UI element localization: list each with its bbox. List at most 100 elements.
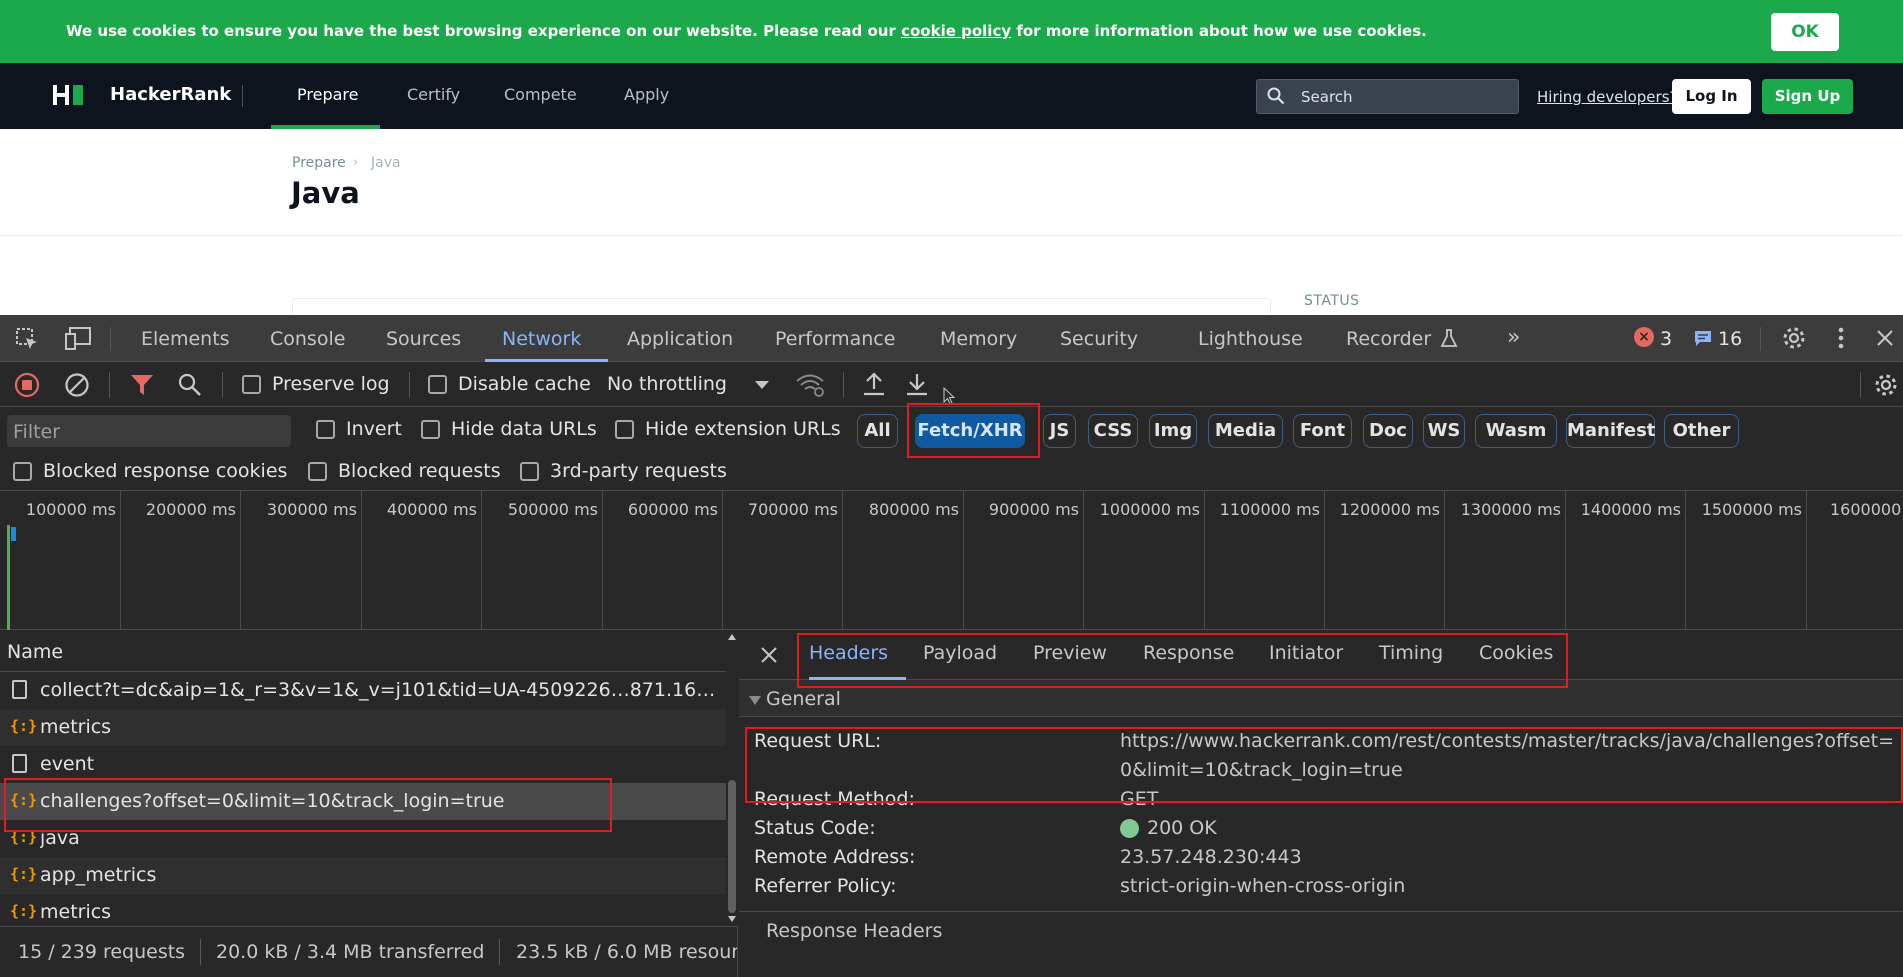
type-filter-fetch-xhr[interactable]: Fetch/XHR [915, 414, 1025, 448]
nav-item-compete[interactable]: Compete [504, 85, 577, 104]
hackerrank-logo-icon[interactable] [53, 85, 87, 105]
disable-cache-label: Disable cache [458, 373, 591, 395]
cookie-policy-link[interactable]: cookie policy [901, 22, 1011, 40]
tab-sources[interactable]: Sources [386, 328, 461, 350]
timeline-tick-label: 200000 ms [145, 500, 236, 519]
breadcrumb-prepare[interactable]: Prepare [292, 155, 346, 171]
tab-initiator[interactable]: Initiator [1269, 642, 1343, 664]
inspect-element-icon[interactable] [15, 327, 39, 351]
scrollbar-thumb[interactable] [728, 780, 736, 913]
export-har-download-icon[interactable] [905, 371, 929, 397]
tab-security[interactable]: Security [1060, 328, 1138, 350]
scroll-down-arrow-icon[interactable] [728, 916, 736, 922]
third-party-requests-checkbox[interactable] [520, 462, 539, 481]
request-row[interactable]: {:} metrics [0, 709, 726, 746]
hide-extension-urls-checkbox[interactable] [615, 420, 634, 439]
clear-icon[interactable] [64, 372, 90, 398]
type-filter-img[interactable]: Img [1149, 414, 1197, 448]
breadcrumb-chevron-icon: › [353, 155, 359, 170]
request-row[interactable]: collect?t=dc&aip=1&_r=3&v=1&_v=j101&tid=… [0, 672, 726, 709]
mouse-cursor-icon [943, 387, 955, 405]
type-filter-media[interactable]: Media [1208, 414, 1283, 448]
type-filter-font[interactable]: Font [1293, 414, 1352, 448]
request-row[interactable]: {:} metrics [0, 894, 726, 926]
name-column-header[interactable]: Name [0, 630, 726, 672]
error-count[interactable]: 3 [1660, 328, 1672, 350]
tab-response[interactable]: Response [1143, 642, 1234, 664]
request-row[interactable]: {:} java [0, 820, 726, 857]
search-icon[interactable] [178, 373, 202, 397]
filter-placeholder: Filter [13, 421, 61, 443]
type-filter-doc[interactable]: Doc [1363, 414, 1413, 448]
tab-preview[interactable]: Preview [1033, 642, 1107, 664]
preserve-log-checkbox[interactable] [242, 375, 261, 394]
settings-gear-icon[interactable] [1781, 325, 1807, 351]
type-filter-all[interactable]: All [857, 414, 898, 448]
brand-name[interactable]: HackerRank [110, 84, 231, 105]
tab-console[interactable]: Console [270, 328, 345, 350]
timeline-tick-label: 1300000 ms [1460, 500, 1561, 519]
tab-cookies[interactable]: Cookies [1479, 642, 1553, 664]
request-list-scrollbar[interactable] [726, 630, 738, 926]
message-count[interactable]: 16 [1718, 328, 1742, 350]
status-divider [499, 939, 500, 965]
network-settings-gear-icon[interactable] [1873, 372, 1899, 398]
tab-application[interactable]: Application [627, 328, 733, 350]
blocked-response-cookies-label: Blocked response cookies [43, 460, 288, 482]
tab-headers[interactable]: Headers [809, 642, 888, 664]
message-icon[interactable] [1693, 329, 1713, 348]
hiring-developers-link[interactable]: Hiring developers? [1537, 88, 1677, 106]
more-tabs-chevron-icon[interactable]: » [1507, 325, 1520, 350]
tab-elements[interactable]: Elements [141, 328, 230, 350]
xhr-icon: {:} [10, 865, 38, 883]
scroll-up-arrow-icon[interactable] [728, 634, 736, 640]
tab-memory[interactable]: Memory [940, 328, 1017, 350]
timeline-tick-label: 1100000 ms [1219, 500, 1320, 519]
type-filter-js[interactable]: JS [1043, 414, 1076, 448]
blocked-requests-checkbox[interactable] [308, 462, 327, 481]
disable-cache-checkbox[interactable] [428, 375, 447, 394]
invert-checkbox[interactable] [316, 420, 335, 439]
tab-network[interactable]: Network [502, 328, 581, 350]
cookie-ok-button[interactable]: OK [1771, 13, 1839, 51]
timeline-gridline [481, 491, 482, 630]
filter-funnel-icon[interactable] [130, 374, 154, 396]
nav-item-certify[interactable]: Certify [407, 85, 460, 104]
type-filter-wasm[interactable]: Wasm [1475, 414, 1557, 448]
more-options-icon[interactable] [1837, 326, 1845, 350]
chevron-down-icon[interactable] [754, 380, 770, 390]
network-overview-timeline[interactable]: 100000 ms 200000 ms 300000 ms 400000 ms 5000… [0, 491, 1903, 630]
close-details-icon[interactable] [760, 646, 778, 664]
tab-payload[interactable]: Payload [923, 642, 997, 664]
throttling-select[interactable]: No throttling [607, 373, 727, 395]
toolbar-divider [1860, 372, 1861, 398]
device-toolbar-icon[interactable] [64, 326, 92, 352]
status-code-value: 200 OK [1147, 817, 1217, 839]
type-filter-ws[interactable]: WS [1423, 414, 1465, 448]
close-devtools-icon[interactable] [1876, 329, 1894, 347]
type-filter-css[interactable]: CSS [1088, 414, 1138, 448]
tab-recorder[interactable]: Recorder [1346, 328, 1431, 350]
import-har-upload-icon[interactable] [862, 371, 886, 397]
response-headers-title[interactable]: Response Headers [766, 920, 942, 942]
tab-lighthouse[interactable]: Lighthouse [1198, 328, 1303, 350]
request-row[interactable]: {:} app_metrics [0, 857, 726, 894]
nav-item-prepare[interactable]: Prepare [297, 85, 358, 104]
type-filter-other[interactable]: Other [1664, 414, 1739, 448]
site-search-input[interactable]: Search [1256, 79, 1519, 114]
tab-performance[interactable]: Performance [775, 328, 895, 350]
filter-input[interactable]: Filter [7, 415, 291, 447]
nav-item-apply[interactable]: Apply [624, 85, 669, 104]
blocked-response-cookies-checkbox[interactable] [13, 462, 32, 481]
tab-timing[interactable]: Timing [1379, 642, 1443, 664]
request-row[interactable]: event [0, 746, 726, 783]
login-button[interactable]: Log In [1672, 79, 1751, 114]
signup-button[interactable]: Sign Up [1762, 79, 1853, 114]
type-filter-manifest[interactable]: Manifest [1566, 414, 1655, 448]
hide-data-urls-checkbox[interactable] [421, 420, 440, 439]
general-section-header[interactable]: General [739, 680, 1903, 717]
error-badge-icon[interactable]: × [1634, 327, 1654, 347]
request-row-selected[interactable]: {:} challenges?offset=0&limit=10&track_l… [0, 783, 726, 820]
record-stop-icon[interactable] [14, 372, 40, 398]
network-conditions-icon[interactable] [795, 372, 825, 398]
